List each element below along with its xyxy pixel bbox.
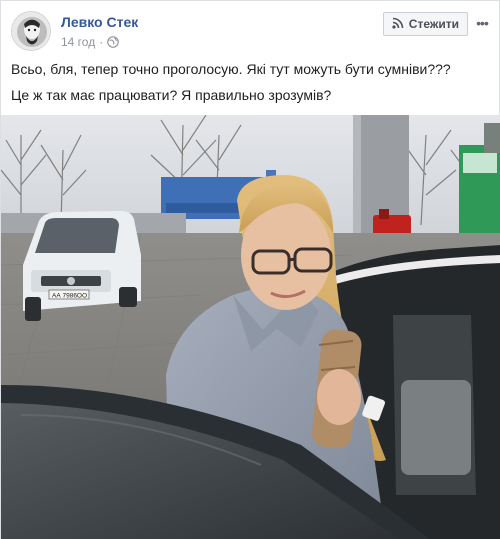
globe-icon: [107, 36, 120, 48]
post-text: Всьо, бля, тепер точно проголосую. Які т…: [11, 59, 491, 111]
author-avatar[interactable]: [11, 11, 51, 51]
follow-button[interactable]: Стежити: [382, 12, 468, 36]
facebook-post: Левко Стек 14 год · Стежити ••• Всьо, бл…: [0, 0, 500, 539]
post-time-link[interactable]: 14 год: [61, 35, 95, 49]
more-dots-icon[interactable]: •••: [473, 14, 491, 32]
post-header: Левко Стек 14 год · Стежити •••: [11, 11, 491, 53]
author-name-link[interactable]: Левко Стек: [61, 14, 138, 30]
post-text-line-1: Всьо, бля, тепер точно проголосую. Які т…: [11, 61, 451, 77]
rss-icon: [392, 17, 404, 32]
follow-label: Стежити: [408, 17, 459, 31]
car-plate-text: АА 7986ОО: [52, 293, 87, 300]
post-meta: 14 год ·: [61, 35, 120, 49]
post-photo[interactable]: АА 7986ОО: [1, 115, 500, 539]
post-text-line-2: Це ж так має працювати? Я правильно зроз…: [11, 87, 332, 103]
meta-separator: ·: [99, 35, 104, 49]
